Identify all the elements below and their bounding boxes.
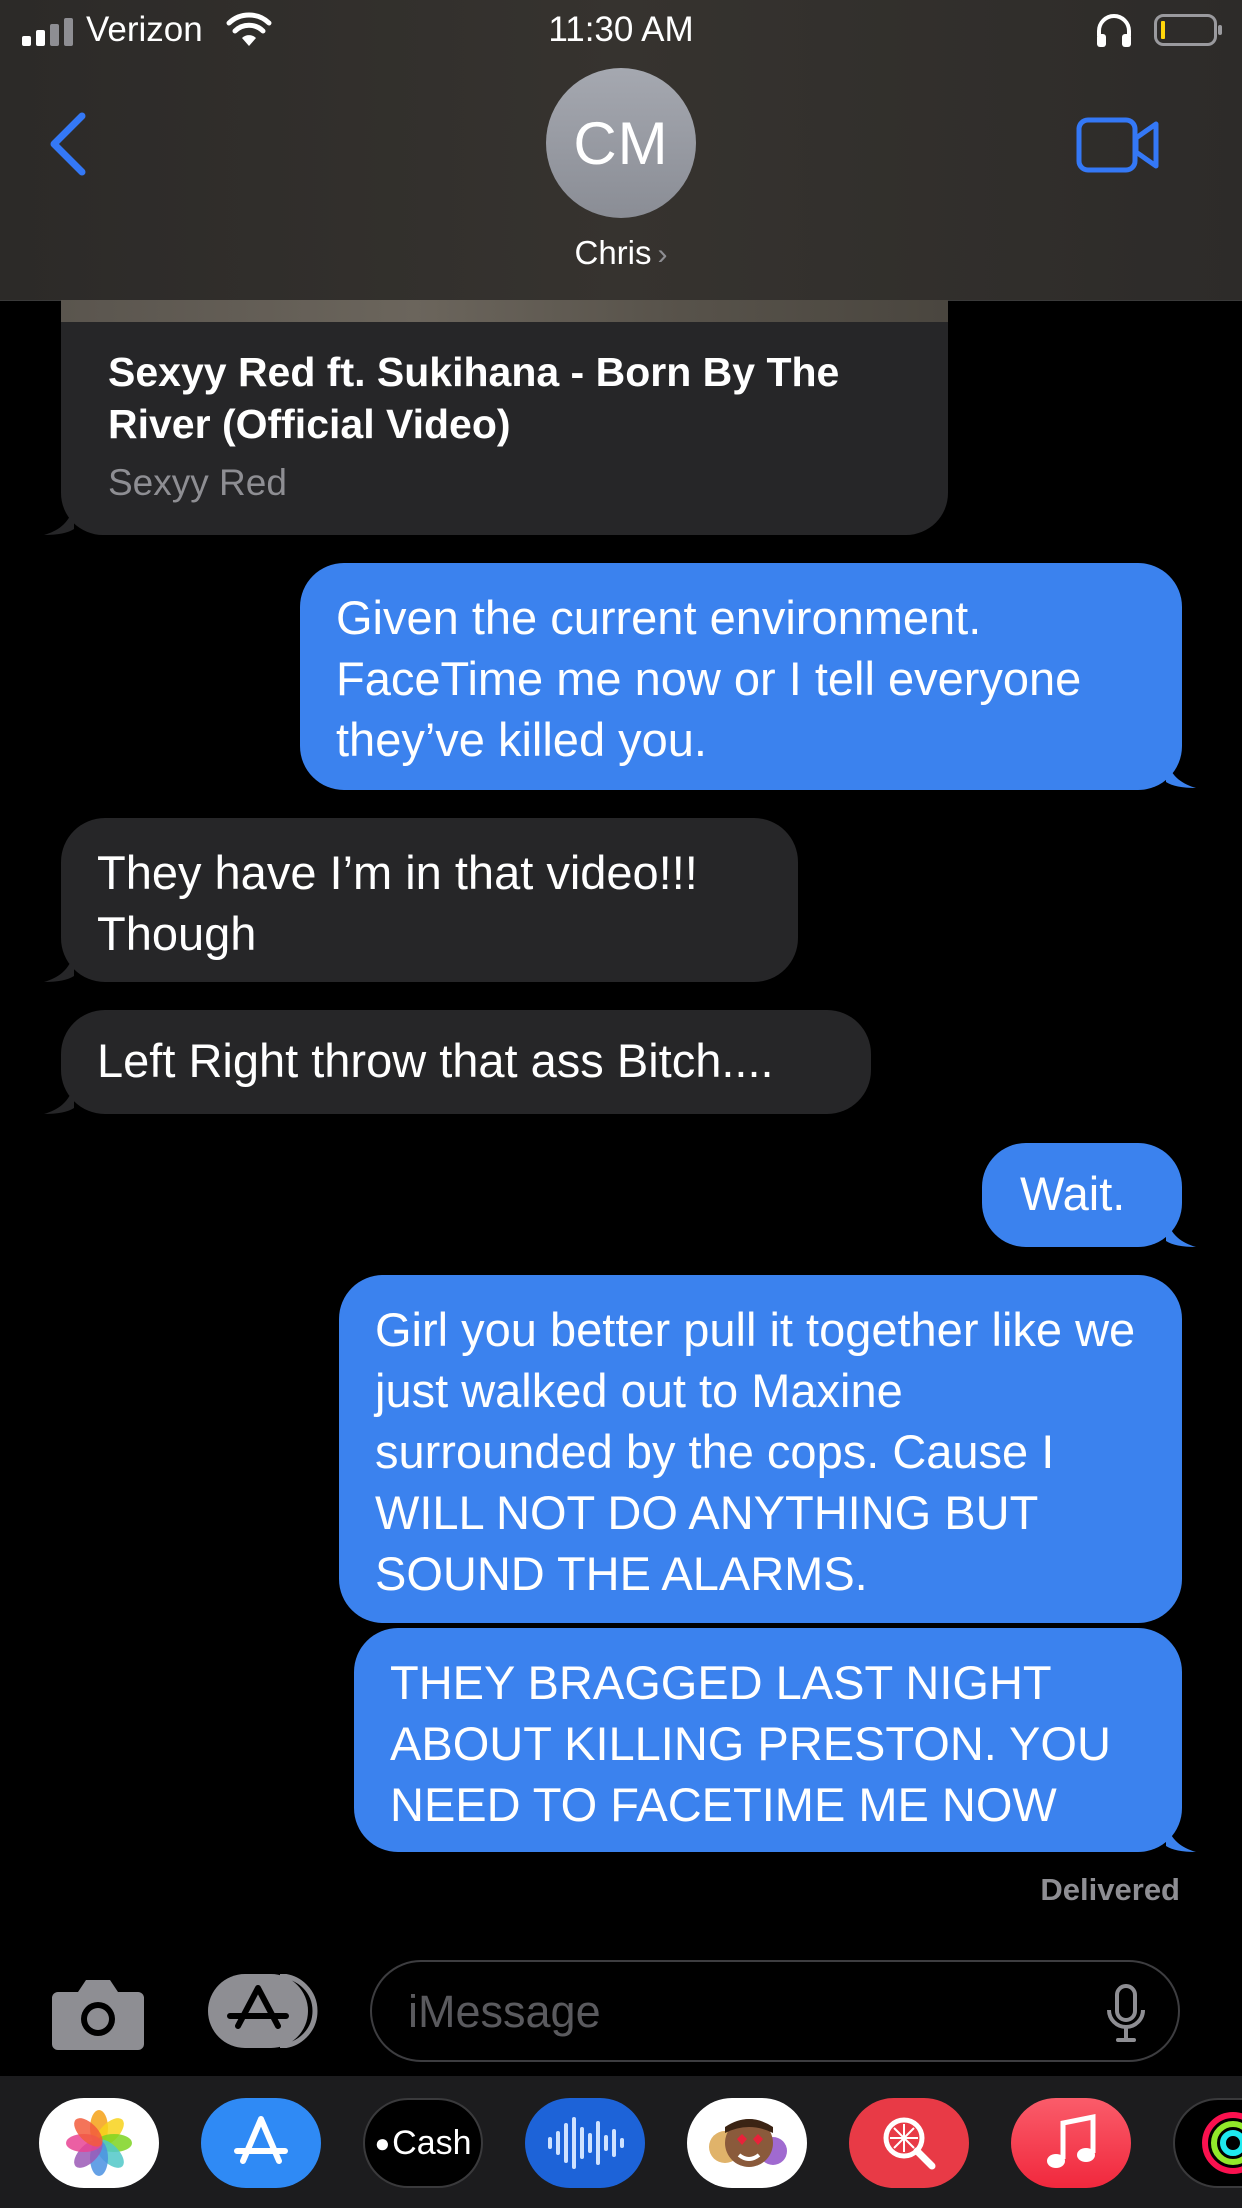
contact-name[interactable]: Chris › <box>0 234 1242 272</box>
message-bubble-incoming[interactable]: Left Right throw that ass Bitch.... <box>61 1010 871 1114</box>
image-search-icon[interactable] <box>849 2098 969 2188</box>
link-preview-source: Sexyy Red <box>108 462 287 503</box>
message-text: Girl you better pull it together like we… <box>375 1303 1136 1600</box>
apple-logo-icon: ● <box>374 2127 391 2158</box>
contact-name-label: Chris <box>574 234 652 271</box>
bubble-tail <box>44 952 74 982</box>
message-bubble-incoming[interactable]: They have I’m in that video!!! Though <box>61 818 798 982</box>
app-store-icon[interactable] <box>208 1974 320 2048</box>
music-icon[interactable] <box>1011 2098 1131 2188</box>
message-bubble-outgoing[interactable]: THEY BRAGGED LAST NIGHT ABOUT KILLING PR… <box>354 1628 1182 1852</box>
message-text: Left Right throw that ass Bitch.... <box>97 1034 774 1087</box>
status-time: 11:30 AM <box>548 10 694 49</box>
microphone-icon[interactable] <box>1106 1984 1146 2042</box>
message-bubble-outgoing[interactable]: Wait. <box>982 1143 1182 1247</box>
bubble-tail <box>44 505 74 535</box>
message-text: THEY BRAGGED LAST NIGHT ABOUT KILLING PR… <box>390 1656 1111 1831</box>
message-bubble-outgoing[interactable]: Given the current environment. FaceTime … <box>300 563 1182 790</box>
message-input-placeholder: iMessage <box>408 1986 601 2037</box>
chevron-right-icon: › <box>657 238 668 271</box>
message-bubble-outgoing[interactable]: Girl you better pull it together like we… <box>339 1275 1182 1623</box>
camera-icon[interactable] <box>52 1974 144 2050</box>
bubble-tail <box>44 1084 74 1114</box>
bubble-tail <box>1166 1822 1196 1852</box>
message-text: Wait. <box>1020 1167 1126 1220</box>
message-text: They have I’m in that video!!! Though <box>97 846 698 960</box>
link-preview-title: Sexyy Red ft. Sukihana - Born By The Riv… <box>108 349 840 447</box>
headphones-icon <box>1097 14 1131 47</box>
message-text: Given the current environment. FaceTime … <box>336 591 1082 766</box>
video-thumbnail[interactable] <box>61 300 948 322</box>
photos-icon[interactable] <box>39 2098 159 2188</box>
apple-cash-icon[interactable]: ● Cash <box>363 2098 483 2188</box>
voice-memo-icon[interactable] <box>525 2098 645 2188</box>
back-chevron-icon[interactable] <box>44 108 92 180</box>
battery-icon <box>1154 14 1222 46</box>
facetime-video-icon[interactable] <box>1076 116 1160 174</box>
bubble-tail <box>1166 758 1196 788</box>
avatar[interactable]: CM <box>546 68 696 218</box>
memoji-icon[interactable] <box>687 2098 807 2188</box>
app-store-icon[interactable] <box>201 2098 321 2188</box>
cash-label: Cash <box>392 2123 472 2162</box>
delivered-status: Delivered <box>1040 1872 1180 1907</box>
bubble-tail <box>1166 1217 1196 1247</box>
